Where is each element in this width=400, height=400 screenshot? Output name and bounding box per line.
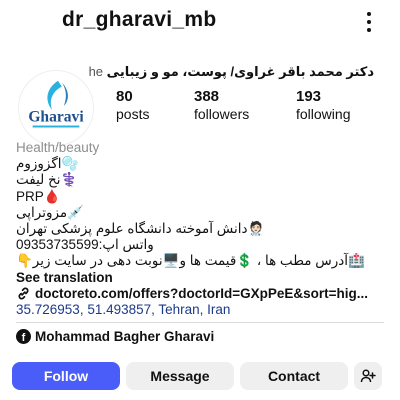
top-bar: dr_gharavi_mb [0, 4, 400, 38]
facebook-icon: f [16, 329, 31, 344]
stat-following[interactable]: 193 following [296, 88, 350, 123]
profile-stats: 80 posts 388 followers 193 following [116, 88, 350, 123]
see-translation-link[interactable]: See translation [16, 270, 386, 286]
bio-line: ⚕️نخ لیفت [16, 172, 78, 188]
contact-button[interactable]: Contact [240, 362, 348, 390]
bio-link-text: doctoreto.com/offers?doctorId=GXpPeE&sor… [35, 285, 369, 301]
bio-line: 🫧اگزوزوم [16, 156, 79, 172]
profile-actions: Follow Message Contact [12, 362, 382, 390]
avatar[interactable]: Gharavi [18, 70, 94, 146]
bio-link[interactable]: doctoreto.com/offers?doctorId=GXpPeE&sor… [16, 286, 386, 302]
bio-line: واتس اپ:09353735599 [16, 237, 154, 253]
bio-category: Health/beauty [16, 140, 100, 155]
bio-line: 🧑🏻‍⚕️دانش آموخته دانشگاه علوم پزشکی تهرا… [16, 221, 265, 237]
bio-line: 🏥آدرس مطب ها ، 💲قیمت ها و🖥️نوبت دهی در س… [16, 253, 365, 269]
add-person-icon [360, 369, 376, 383]
stat-posts[interactable]: 80 posts [116, 88, 194, 123]
posts-label: posts [116, 106, 150, 122]
bio-line: 💉مزوتراپی [16, 204, 84, 220]
profile-full-name: دکتر محمد باقر غراوی/ پوست، مو و زیبایی … [89, 64, 374, 80]
bio-line: PRP🩸 [16, 188, 61, 204]
avatar-logo-icon: Gharavi [28, 80, 84, 128]
facebook-name: Mohammad Bagher Gharavi [35, 329, 215, 344]
stat-followers[interactable]: 388 followers [194, 88, 296, 123]
followers-count: 388 [194, 88, 220, 105]
profile-username: dr_gharavi_mb [62, 8, 217, 31]
bio-location[interactable]: 35.726953, 51.493857, Tehran, Iran [16, 302, 386, 318]
following-count: 193 [296, 88, 322, 105]
avatar-logo-text: Gharavi [28, 109, 84, 126]
add-person-button[interactable] [354, 362, 382, 390]
pronouns: he [88, 64, 104, 79]
profile-bio: Health/beauty 🫧اگزوزوم ⚕️نخ لیفت PRP🩸 💉م… [16, 140, 386, 318]
facebook-profile-link[interactable]: f Mohammad Bagher Gharavi [16, 329, 214, 344]
more-vertical-icon[interactable] [362, 10, 376, 34]
following-label: following [296, 106, 351, 122]
followers-label: followers [194, 106, 250, 122]
link-icon [18, 287, 29, 300]
full-name-text: دکتر محمد باقر غراوی/ پوست، مو و زیبایی [106, 64, 374, 79]
message-button[interactable]: Message [126, 362, 234, 390]
divider [16, 322, 384, 323]
posts-count: 80 [116, 88, 133, 105]
follow-button[interactable]: Follow [12, 362, 120, 390]
